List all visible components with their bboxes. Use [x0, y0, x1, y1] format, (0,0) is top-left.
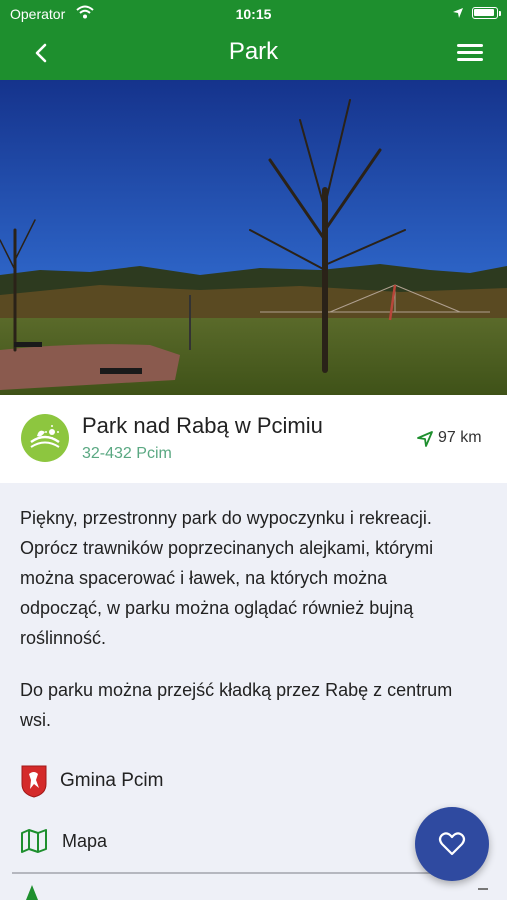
map-icon — [21, 829, 47, 853]
menu-icon-line — [457, 58, 483, 61]
place-name: Park nad Rabą w Pcimiu — [82, 413, 323, 438]
place-postal: 32-432 Pcim — [82, 445, 172, 462]
park-photo — [0, 80, 507, 395]
coat-of-arms-icon — [21, 765, 47, 798]
favorite-button[interactable] — [415, 807, 489, 881]
status-bar: Operator 10:15 — [0, 0, 507, 28]
gmina-link[interactable]: Gmina Pcim — [20, 764, 163, 798]
description-paragraph: Do parku można przejść kładką przez Rabę… — [20, 680, 453, 730]
battery-icon — [472, 7, 498, 19]
distance-value: 97 km — [438, 429, 482, 446]
partial-tree-icon — [26, 885, 38, 900]
nav-bar: Park — [0, 28, 507, 80]
heart-icon — [438, 832, 466, 856]
divider — [12, 872, 470, 874]
menu-icon-line — [457, 44, 483, 47]
gmina-label: Gmina Pcim — [60, 770, 164, 791]
menu-icon-line — [457, 51, 483, 54]
category-leaf-icon — [21, 414, 69, 462]
description-paragraph: Piękny, przestronny park do wypoczynku i… — [20, 508, 434, 648]
map-label: Mapa — [62, 830, 108, 851]
page-title: Park — [228, 38, 279, 65]
battery-tip — [499, 11, 501, 16]
place-card: Park nad Rabą w Pcimiu 32-432 Pcim 97 km — [0, 395, 507, 483]
navigation-arrow-icon — [417, 431, 433, 447]
partial-chevron — [478, 888, 488, 896]
menu-button[interactable] — [454, 40, 486, 66]
status-time: 10:15 — [235, 6, 272, 22]
location-arrow-icon — [453, 8, 463, 18]
map-link[interactable]: Mapa — [20, 824, 107, 858]
